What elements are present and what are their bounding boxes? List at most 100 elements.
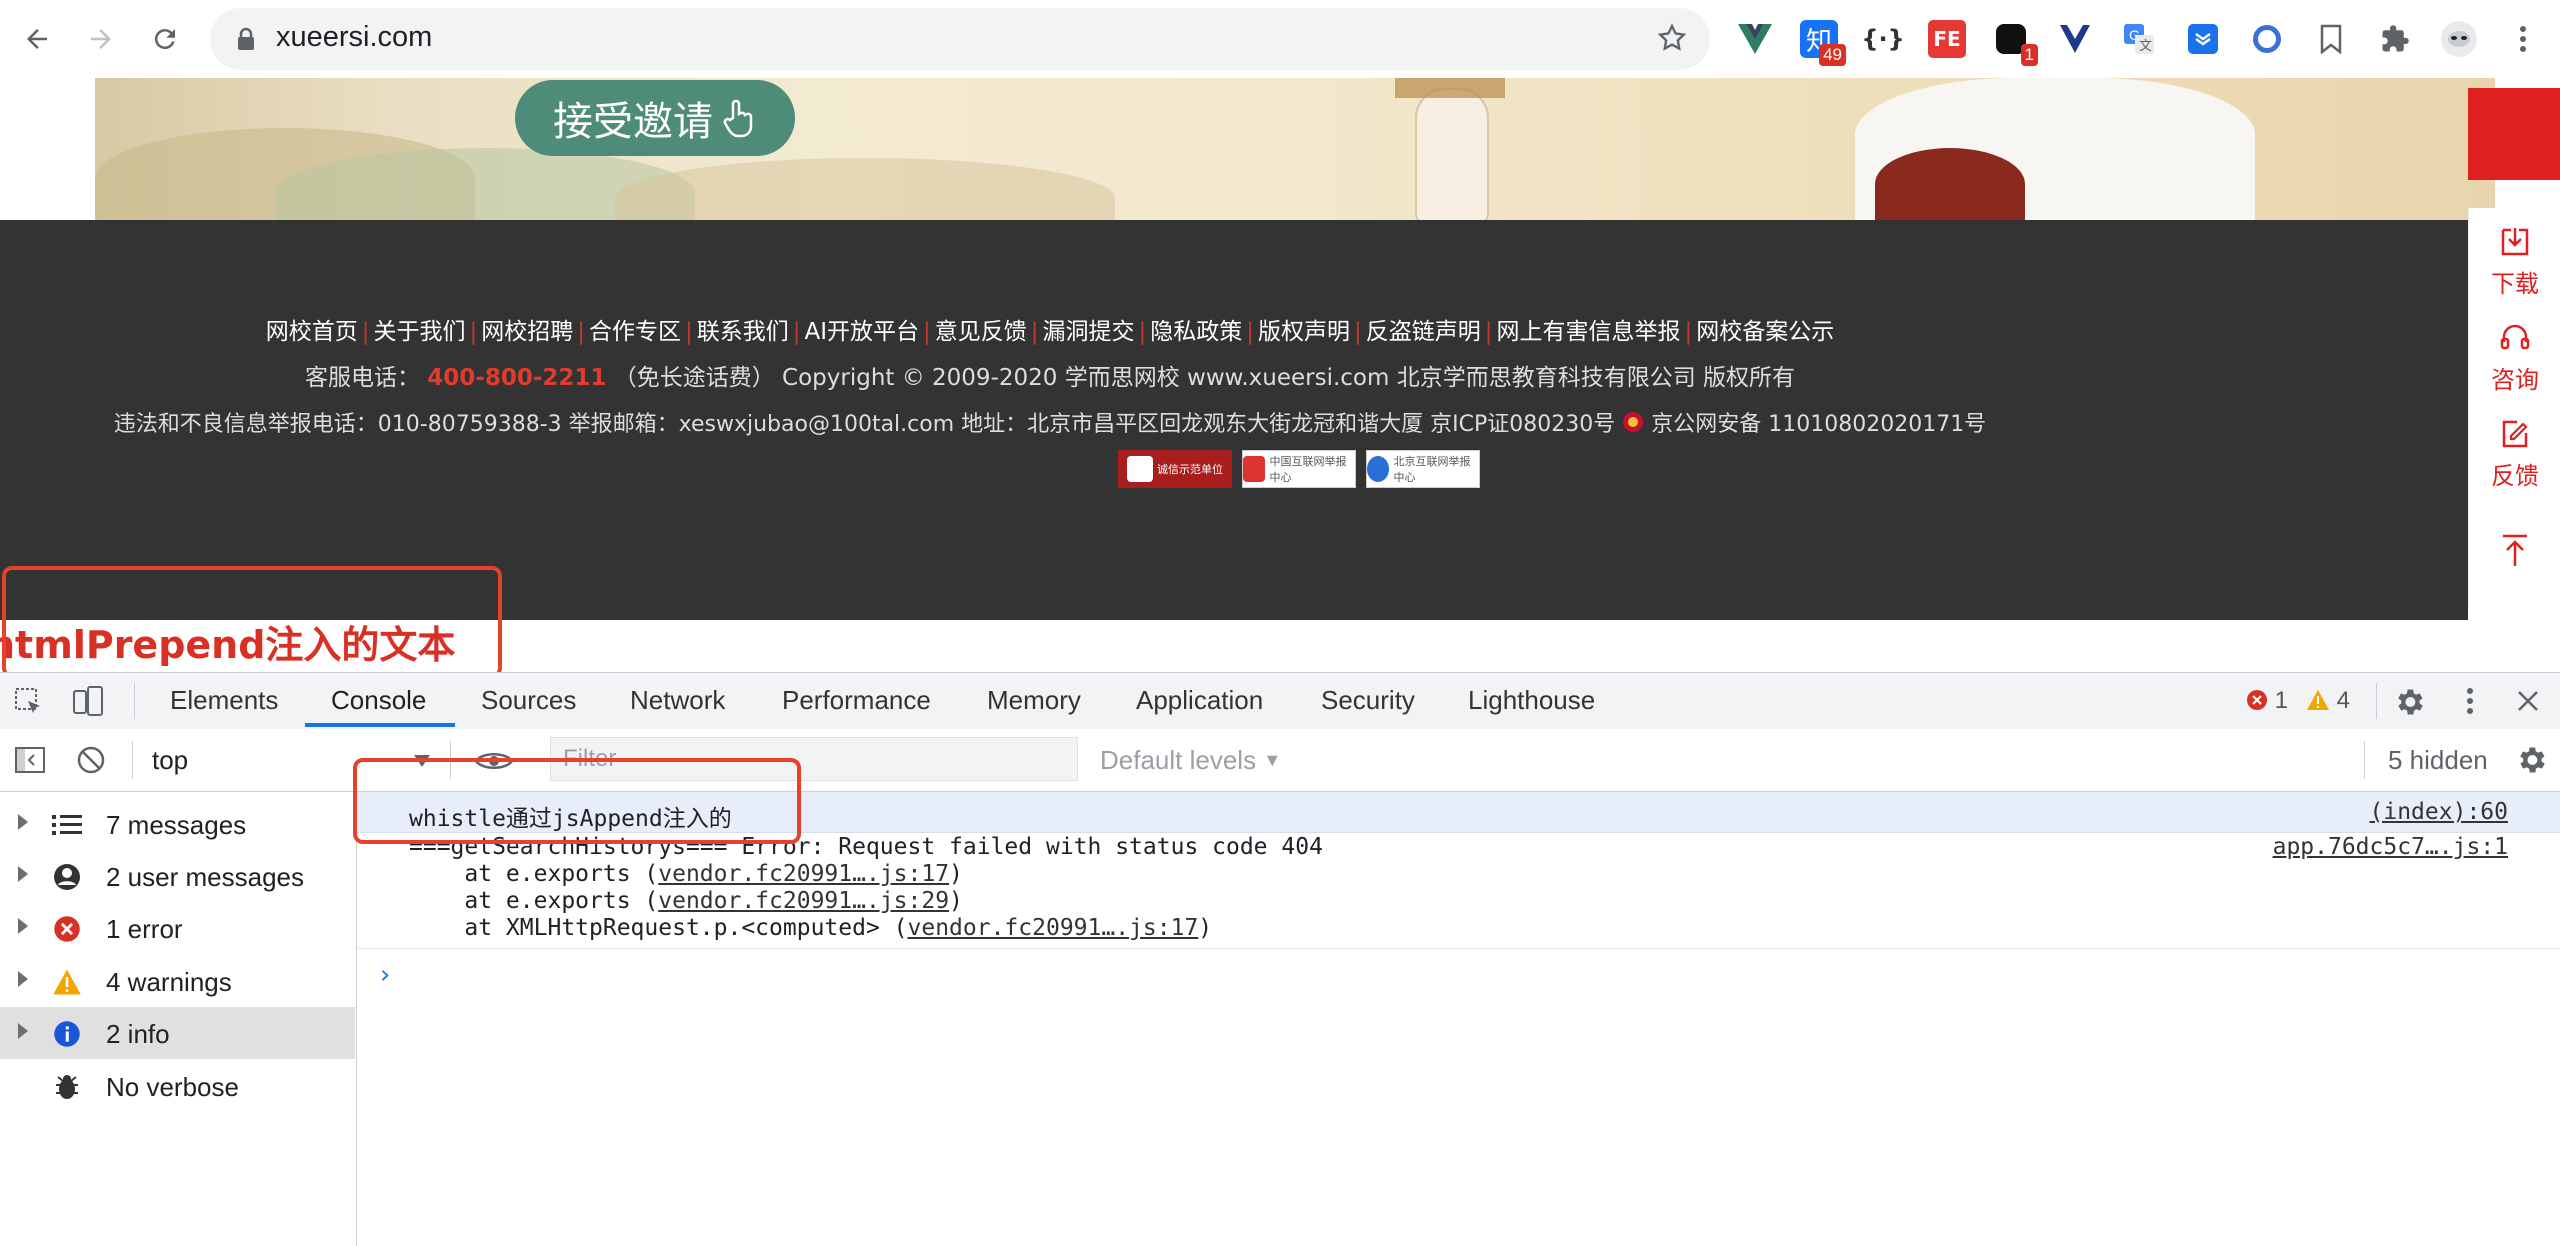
url-text: xueersi.com (276, 21, 433, 53)
sidebar-item-warnings[interactable]: 4 warnings (0, 955, 355, 1007)
browser-menu-button[interactable] (2500, 16, 2546, 62)
banner-illustration (95, 78, 2495, 238)
tab-elements[interactable]: Elements (170, 685, 278, 716)
side-download-button[interactable]: 下载 (2469, 224, 2560, 299)
tab-memory[interactable]: Memory (987, 685, 1081, 716)
fe-icon[interactable]: FE (1928, 20, 1966, 58)
sidebar-item-verbose[interactable]: No verbose (0, 1060, 355, 1112)
address-bar[interactable]: xueersi.com (210, 8, 1710, 70)
error-icon (2247, 690, 2267, 710)
clear-console-icon[interactable] (76, 745, 106, 775)
log-levels-dropdown[interactable]: Default levels ▼ (1100, 745, 1281, 776)
json-icon[interactable]: {·} (1861, 20, 1904, 58)
stack-frame: at XMLHttpRequest.p.<computed> (vendor.f… (409, 915, 1213, 941)
footer-link[interactable]: 隐私政策 (1150, 319, 1242, 345)
reload-button[interactable] (142, 16, 188, 62)
tab-sources[interactable]: Sources (481, 685, 576, 716)
sidebar-toggle-icon[interactable] (14, 745, 46, 775)
stack-frame: at e.exports (vendor.fc20991….js:17) (409, 861, 963, 887)
console-message-error[interactable]: ===getSearchHistorys=== Error: Request f… (357, 834, 2560, 949)
footer-link[interactable]: 网校备案公示 (1696, 319, 1834, 345)
footer-link[interactable]: 意见反馈 (935, 319, 1027, 345)
footer-link[interactable]: 网校招聘 (481, 319, 573, 345)
tab-security[interactable]: Security (1321, 685, 1415, 716)
tab-network[interactable]: Network (630, 685, 725, 716)
footer-link[interactable]: 关于我们 (373, 319, 465, 345)
certification-badges: 诚信示范单位 中国互联网举报中心 北京互联网举报中心 (1118, 450, 1480, 488)
back-to-top-button[interactable] (2469, 532, 2560, 572)
settings-gear-icon[interactable] (2392, 685, 2426, 719)
puzzle-icon[interactable] (2376, 20, 2414, 58)
footer-link[interactable]: 网上有害信息举报 (1497, 319, 1681, 345)
cert-badge[interactable]: 中国互联网举报中心 (1242, 450, 1356, 488)
site-footer: 网校首页 | 关于我们 | 网校招聘 | 合作专区 | 联系我们 | AI开放平台 | 意见反馈 | 漏洞提… (0, 220, 2468, 620)
expand-arrow-icon (18, 814, 28, 830)
forward-button[interactable] (78, 16, 124, 62)
profile-avatar[interactable] (2440, 20, 2478, 58)
headset-icon (2500, 324, 2530, 350)
tab-console[interactable]: Console (331, 685, 426, 716)
console-sidebar: 7 messages 2 user messages 1 error 4 war… (0, 792, 357, 1246)
footer-link[interactable]: 版权声明 (1258, 319, 1350, 345)
footer-link[interactable]: 漏洞提交 (1043, 319, 1135, 345)
bug-icon (52, 1072, 82, 1102)
side-feedback-button[interactable]: 反馈 (2469, 416, 2560, 491)
page-banner (0, 78, 2560, 238)
cert-badge[interactable]: 北京互联网举报中心 (1366, 450, 1480, 488)
reload-icon (154, 29, 175, 50)
footer-link[interactable]: 网校首页 (266, 319, 358, 345)
warning-counter[interactable]: 4 (2306, 687, 2350, 715)
device-toolbar-icon[interactable] (70, 685, 104, 719)
console-output: whistle通过jsAppend注入的 (index):60 ===getSe… (357, 792, 2560, 1246)
sidebar-item-user-messages[interactable]: 2 user messages (0, 850, 355, 902)
stack-frame-link[interactable]: vendor.fc20991….js:17 (658, 861, 949, 887)
browser-toolbar: xueersi.com 知 49 {·} FE 1 G文 (0, 0, 2560, 79)
devtools-tabbar: Elements Console Sources Network Perform… (0, 672, 2560, 730)
context-selector[interactable]: top (152, 745, 188, 776)
close-icon[interactable] (2516, 689, 2540, 713)
footer-link[interactable]: 反盗链声明 (1366, 319, 1481, 345)
footer-links: 网校首页 | 关于我们 | 网校招聘 | 合作专区 | 联系我们 | AI开放平台 | 意见反馈 | 漏洞提… (265, 319, 1835, 345)
translate-icon[interactable]: G文 (2120, 20, 2158, 58)
vue-alt-icon[interactable] (2056, 20, 2094, 58)
prompt-chevron-icon: › (377, 960, 393, 990)
inspect-element-icon[interactable] (14, 687, 44, 717)
extension-dark-icon[interactable]: 1 (1992, 20, 2038, 66)
warning-icon (52, 967, 82, 997)
error-counter[interactable]: 1 (2246, 687, 2288, 715)
tab-application[interactable]: Application (1136, 685, 1263, 716)
console-settings-gear-icon[interactable] (2514, 743, 2548, 777)
circle-icon[interactable] (2248, 20, 2286, 58)
accept-invite-button[interactable]: 接受邀请 (515, 80, 795, 156)
lock-icon (238, 27, 254, 50)
star-icon[interactable] (1656, 22, 1688, 54)
sidebar-item-errors[interactable]: 1 error (0, 902, 355, 954)
expand-arrow-icon (18, 866, 28, 882)
info-icon (52, 1019, 82, 1049)
stack-frame: at e.exports (vendor.fc20991….js:29) (409, 888, 963, 914)
tab-performance[interactable]: Performance (782, 685, 931, 716)
save-icon[interactable] (2184, 20, 2222, 58)
zhihu-icon[interactable]: 知 49 (1800, 20, 1846, 66)
message-source-link[interactable]: (index):60 (2370, 799, 2508, 825)
vue-devtools-icon[interactable] (1736, 20, 1774, 58)
bookmark-icon[interactable] (2312, 20, 2350, 58)
footer-link[interactable]: 联系我们 (697, 319, 789, 345)
back-button[interactable] (14, 16, 60, 62)
side-consult-button[interactable]: 咨询 (2469, 320, 2560, 395)
console-prompt[interactable]: › (377, 960, 393, 990)
footer-link[interactable]: AI开放平台 (804, 319, 919, 345)
promo-red-block (2468, 88, 2560, 180)
stack-frame-link[interactable]: vendor.fc20991….js:17 (908, 915, 1199, 941)
sidebar-item-messages[interactable]: 7 messages (0, 798, 355, 850)
sidebar-item-info[interactable]: 2 info (0, 1007, 355, 1059)
more-vert-icon (2520, 26, 2526, 52)
cert-badge[interactable]: 诚信示范单位 (1118, 450, 1232, 488)
list-icon (52, 810, 82, 840)
stack-frame-link[interactable]: vendor.fc20991….js:29 (658, 888, 949, 914)
footer-link[interactable]: 合作专区 (589, 319, 681, 345)
hidden-count: 5 hidden (2388, 745, 2488, 775)
message-source-link[interactable]: app.76dc5c7….js:1 (2273, 834, 2508, 860)
tab-lighthouse[interactable]: Lighthouse (1468, 685, 1595, 716)
more-vert-icon[interactable] (2466, 687, 2474, 715)
